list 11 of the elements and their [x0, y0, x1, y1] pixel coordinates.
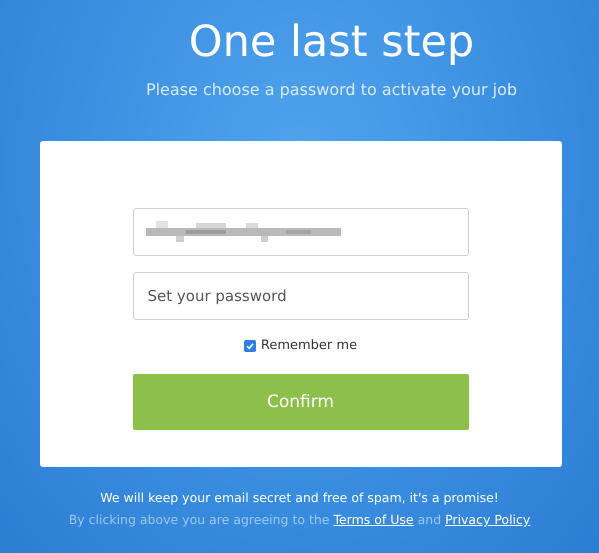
agreement-text: By clicking above you are agreeing to the Terms of Use and Privacy Policy	[68, 511, 530, 528]
promise-text: We will keep your email secret and free of spam, it's a promise!	[100, 489, 499, 506]
password-field[interactable]: Set your password	[132, 272, 468, 320]
remember-label: Remember me	[260, 338, 358, 353]
page-subtitle: Please choose a password to activate your job	[146, 80, 518, 100]
email-field[interactable]	[132, 208, 468, 256]
terms-link[interactable]: Terms of Use	[333, 512, 414, 527]
remember-checkbox[interactable]	[244, 340, 256, 352]
privacy-link[interactable]: Privacy Policy	[445, 512, 530, 527]
confirm-button[interactable]: Confirm	[132, 374, 468, 430]
page-title: One last step	[188, 16, 474, 69]
